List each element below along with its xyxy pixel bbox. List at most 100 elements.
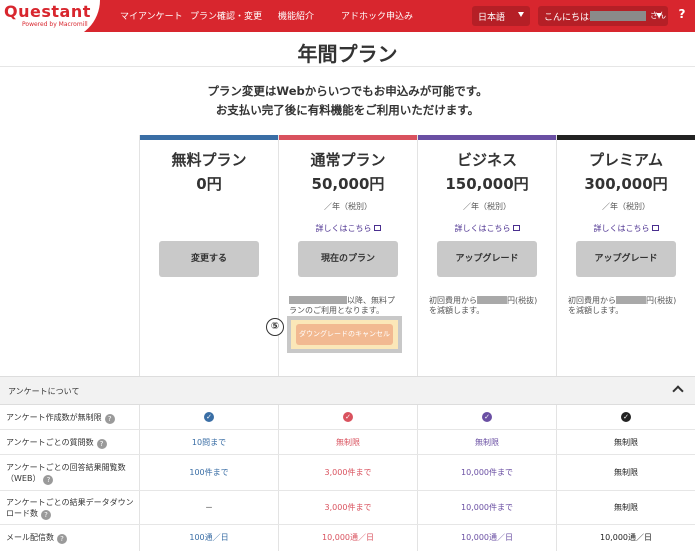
plan-note-a2: 円(税抜): [646, 296, 677, 305]
current-plan-button[interactable]: 現在のプラン: [298, 241, 398, 277]
plan-name: ビジネス: [456, 151, 517, 169]
logo-subtext: Powered by Macromill: [22, 21, 88, 28]
plan-note-b: を減額します。: [568, 306, 624, 315]
feature-cell: 無制限: [278, 430, 417, 454]
help-icon[interactable]: ?: [57, 534, 67, 544]
language-select[interactable]: 日本語: [472, 6, 530, 26]
chevron-down-icon: [518, 12, 524, 17]
downgrade-cancel-highlight: ダウングレードのキャンセル: [287, 316, 402, 353]
feature-label-text: アンケートごとの質問数: [6, 438, 94, 447]
feature-cell: ✓: [556, 405, 695, 429]
feature-label: メール配信数?: [6, 532, 134, 544]
plan-note-b: を減額します。: [429, 306, 485, 315]
feature-cell: 無制限: [556, 430, 695, 454]
external-window-icon: [512, 225, 520, 231]
plan-details-link-label: 詳しくはこちら: [454, 224, 511, 233]
plan-price: 150,000円: [445, 175, 529, 193]
redacted-date: [289, 296, 347, 304]
redacted-amount: [477, 296, 507, 304]
check-icon: ✓: [621, 412, 631, 422]
feature-cell: 10,000件まで: [417, 455, 556, 490]
table-row: アンケートごとの結果データダウンロード数? － 3,000件まで 10,000件…: [0, 491, 695, 525]
plan-details-link[interactable]: 詳しくはこちら: [557, 223, 695, 234]
plan-note: 初回費用から 円(税抜) を減額します。: [568, 296, 692, 316]
user-menu[interactable]: こんにちは、 さん: [538, 6, 668, 26]
intro-line-2: お支払い完了後に有料機能をご利用いただけます。: [215, 103, 480, 117]
feature-cell: 10問まで: [139, 430, 278, 454]
feature-cell: 無制限: [556, 491, 695, 524]
check-icon: ✓: [343, 412, 353, 422]
external-window-icon: [651, 225, 659, 231]
plan-details-link[interactable]: 詳しくはこちら: [418, 223, 556, 234]
logo-text: Questant: [4, 2, 91, 21]
plan-details-link-label: 詳しくはこちら: [593, 224, 650, 233]
section-title: アンケートについて: [8, 387, 80, 396]
plan-price: 0円: [196, 175, 222, 193]
plan-note-a: 初回費用から: [429, 296, 477, 305]
plan-unit: ／年（税別）: [324, 202, 372, 211]
feature-cell: 3,000件まで: [278, 455, 417, 490]
change-plan-button[interactable]: 変更する: [159, 241, 259, 277]
feature-label: アンケートごとの質問数?: [6, 437, 134, 449]
plan-price: 300,000円: [584, 175, 668, 193]
plan-note-a: 以降、無料プ: [347, 296, 395, 305]
feature-cell: 10,000通／日: [278, 525, 417, 551]
nav-features[interactable]: 機能紹介: [278, 9, 314, 22]
plan-details-link[interactable]: 詳しくはこちら: [279, 223, 417, 234]
table-row: アンケートごとの質問数? 10問まで 無制限 無制限 無制限: [0, 430, 695, 455]
feature-cell: 10,000件まで: [417, 491, 556, 524]
feature-cell: 10,000通／日: [556, 525, 695, 551]
table-row: メール配信数? 100通／日 10,000通／日 10,000通／日 10,00…: [0, 525, 695, 551]
feature-cell: ✓: [417, 405, 556, 429]
plan-name: プレミアム: [589, 151, 663, 169]
check-icon: ✓: [204, 412, 214, 422]
intro-text: プラン変更はWebからいつでもお申込みが可能です。 お支払い完了後に有料機能をご…: [0, 82, 695, 120]
chevron-up-icon[interactable]: [672, 385, 684, 397]
cancel-downgrade-button[interactable]: ダウングレードのキャンセル: [296, 324, 393, 345]
intro-line-1: プラン変更はWebからいつでもお申込みが可能です。: [207, 84, 488, 98]
external-window-icon: [373, 225, 381, 231]
feature-label-text: アンケートごとの結果データダウンロード数: [6, 498, 134, 518]
feature-label: アンケートごとの回答結果閲覧数（WEB）?: [6, 462, 134, 485]
top-navigation-bar: マイアンケート プラン確認・変更 機能紹介 アドホック申込み 日本語 こんにちは…: [0, 0, 695, 32]
plan-color-bar: [279, 135, 417, 140]
feature-cell: 100通／日: [139, 525, 278, 551]
help-icon[interactable]: ?: [43, 475, 54, 485]
feature-cell: 無制限: [556, 455, 695, 490]
feature-label-text: アンケート作成数が無制限: [6, 413, 102, 422]
feature-label: アンケートごとの結果データダウンロード数?: [6, 497, 134, 520]
help-icon[interactable]: ?: [41, 510, 51, 520]
feature-cell: ✓: [278, 405, 417, 429]
user-name-redacted: [590, 11, 646, 21]
feature-label: アンケート作成数が無制限?: [6, 412, 134, 424]
plan-name: 通常プラン: [310, 151, 386, 169]
redacted-amount: [616, 296, 646, 304]
nav-my-surveys[interactable]: マイアンケート: [120, 9, 183, 22]
feature-cell: 100件まで: [139, 455, 278, 490]
upgrade-business-button[interactable]: アップグレード: [437, 241, 537, 277]
plan-unit: ／年（税別）: [602, 202, 650, 211]
plan-note: 初回費用から 円(税抜) を減額します。: [429, 296, 553, 316]
feature-cell: 無制限: [417, 430, 556, 454]
table-row: アンケートごとの回答結果閲覧数（WEB）? 100件まで 3,000件まで 10…: [0, 455, 695, 491]
help-icon[interactable]: ?: [96, 439, 107, 449]
table-row: アンケート作成数が無制限? ✓ ✓ ✓ ✓: [0, 405, 695, 430]
feature-cell: 3,000件まで: [278, 491, 417, 524]
nav-adhoc[interactable]: アドホック申込み: [341, 9, 413, 22]
plan-name: 無料プラン: [171, 151, 247, 169]
logo[interactable]: Questant Powered by Macromill: [0, 0, 100, 40]
upgrade-premium-button[interactable]: アップグレード: [576, 241, 676, 277]
plan-color-bar: [418, 135, 556, 140]
feature-cell: ✓: [139, 405, 278, 429]
help-icon[interactable]: ?: [104, 414, 115, 424]
nav-plan-change[interactable]: プラン確認・変更: [190, 9, 262, 22]
plan-free: 無料プラン 0円 変更する: [139, 135, 278, 376]
plan-price: 50,000円: [311, 175, 385, 193]
help-icon[interactable]: ?: [675, 7, 689, 25]
section-header[interactable]: アンケートについて: [0, 376, 695, 405]
plan-details-link-label: 詳しくはこちら: [315, 224, 372, 233]
feature-cell: 10,000通／日: [417, 525, 556, 551]
plan-business: ビジネス 150,000円 ／年（税別） 詳しくはこちら アップグレード 初回費…: [417, 135, 556, 376]
plan-note-b: ランのご利用となります。: [289, 306, 384, 315]
divider: [0, 66, 695, 67]
